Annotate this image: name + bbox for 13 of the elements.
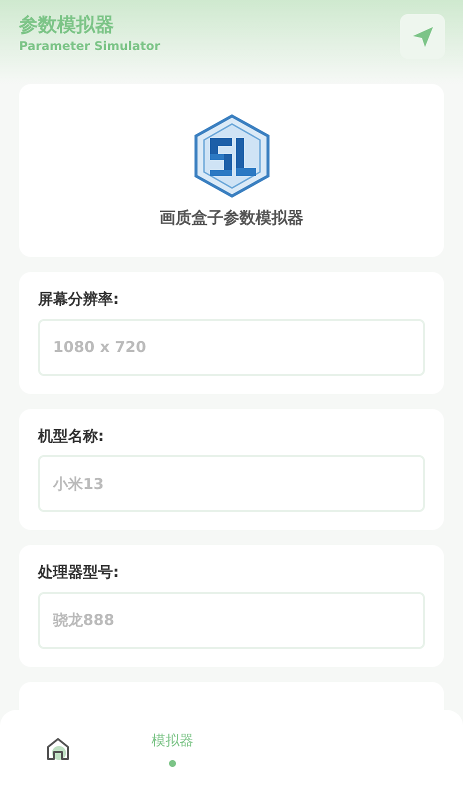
logo-icon xyxy=(194,114,270,198)
home-icon xyxy=(44,736,70,762)
app-subtitle: Parameter Simulator xyxy=(19,38,160,55)
field-label: 处理器型号: xyxy=(38,562,120,583)
input-field[interactable]: 1080 x 720 xyxy=(38,318,425,376)
simulator-tab[interactable]: 模拟器 xyxy=(146,730,200,768)
logo-caption: 画质盒子参数模拟器 xyxy=(160,207,304,229)
field-label: 机型名称: xyxy=(38,426,105,446)
paper-plane-icon xyxy=(410,24,434,48)
app-title: 参数模拟器 xyxy=(19,14,115,37)
input-field[interactable]: 骁龙888 xyxy=(38,592,425,648)
field-label: 屏幕分辨率: xyxy=(38,289,120,310)
input-field[interactable]: 小米13 xyxy=(38,455,425,512)
